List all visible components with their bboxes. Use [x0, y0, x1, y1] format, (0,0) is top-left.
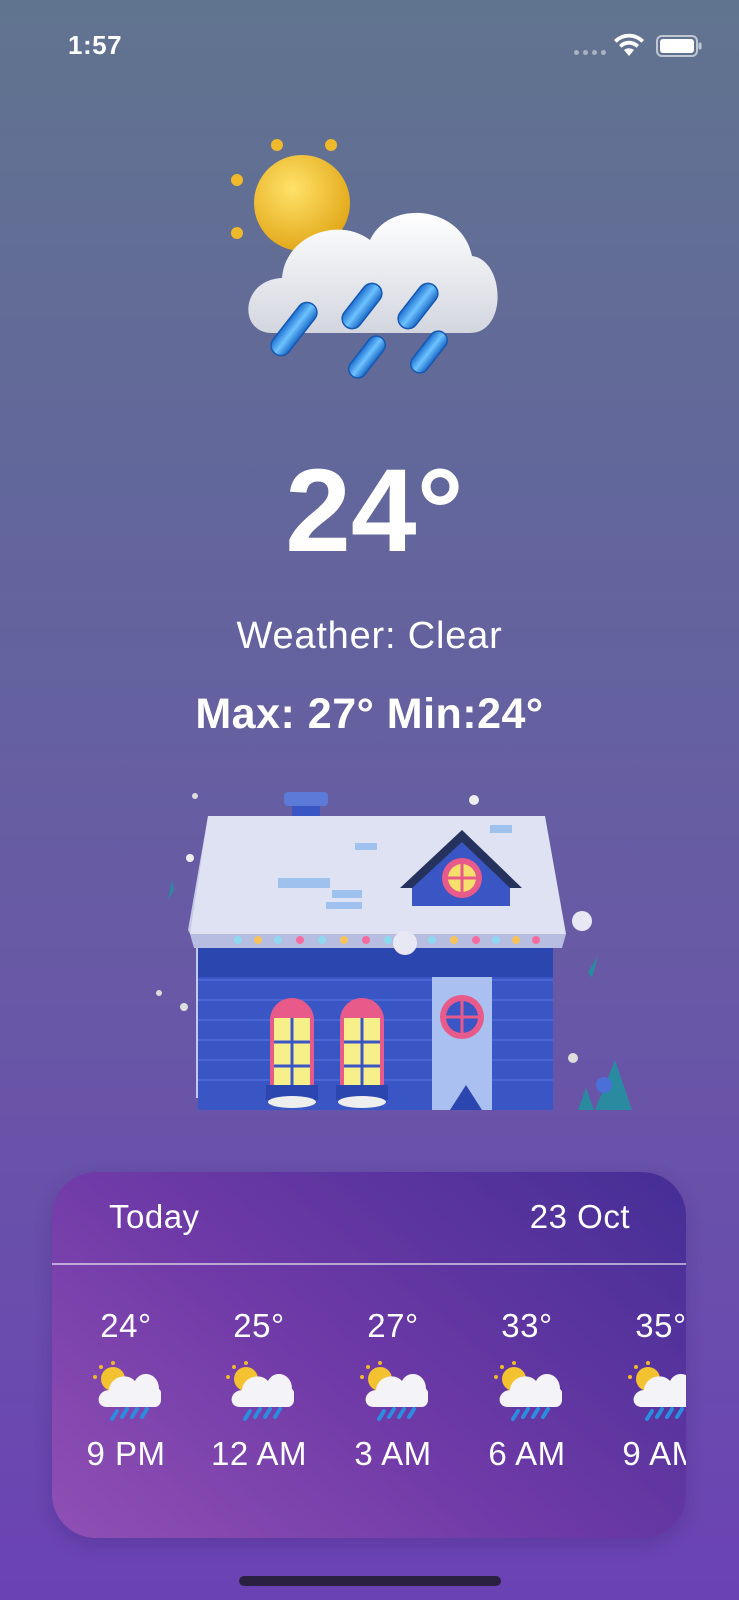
hour-time: 9 PM	[86, 1435, 166, 1472]
hour-temperature: 24°	[100, 1307, 152, 1344]
status-bar: 1:57	[0, 0, 739, 95]
home-indicator[interactable]	[239, 1576, 501, 1586]
divider	[52, 1263, 686, 1265]
hour-item: 33° 6 AM	[460, 1307, 594, 1473]
sun-cloud-rain-icon	[492, 1359, 562, 1421]
hourly-forecast-card: Today 23 Oct 24° 9 PM 25° 12 AM 27° 3 AM…	[52, 1172, 686, 1538]
forecast-header: Today 23 Oct	[52, 1172, 686, 1264]
hour-item: 27° 3 AM	[326, 1307, 460, 1473]
battery-icon	[656, 35, 702, 57]
max-min-temperature: Max: 27° Min:24°	[195, 690, 544, 738]
hour-item: 24° 9 PM	[59, 1307, 193, 1473]
sun-cloud-rain-icon	[224, 1359, 294, 1421]
hour-temperature: 35°	[635, 1307, 686, 1344]
sun-cloud-rain-icon	[91, 1359, 161, 1421]
current-temperature: 24°	[285, 445, 464, 577]
cellular-signal-icon	[574, 50, 606, 55]
hour-time: 9 AM	[622, 1435, 686, 1472]
weather-condition: Weather: Clear	[236, 615, 503, 657]
hour-time: 3 AM	[354, 1435, 432, 1472]
hour-item: 35° 9 AM	[594, 1307, 686, 1473]
sun-cloud-rain-icon	[231, 139, 498, 379]
wifi-icon	[614, 33, 644, 56]
hour-temperature: 25°	[233, 1307, 285, 1344]
house-illustration	[156, 792, 632, 1110]
hour-temperature: 27°	[367, 1307, 419, 1344]
forecast-day-label: Today	[109, 1198, 200, 1235]
sun-cloud-rain-icon	[626, 1359, 686, 1421]
hour-time: 12 AM	[210, 1435, 308, 1472]
hour-time: 6 AM	[488, 1435, 566, 1472]
status-time: 1:57	[68, 30, 123, 60]
hourly-forecast-list[interactable]: 24° 9 PM 25° 12 AM 27° 3 AM 33° 6 AM 35°…	[52, 1307, 686, 1507]
forecast-date: 23 Oct	[529, 1198, 630, 1235]
hour-item: 25° 12 AM	[192, 1307, 326, 1473]
sun-cloud-rain-icon	[358, 1359, 428, 1421]
hour-temperature: 33°	[501, 1307, 553, 1344]
